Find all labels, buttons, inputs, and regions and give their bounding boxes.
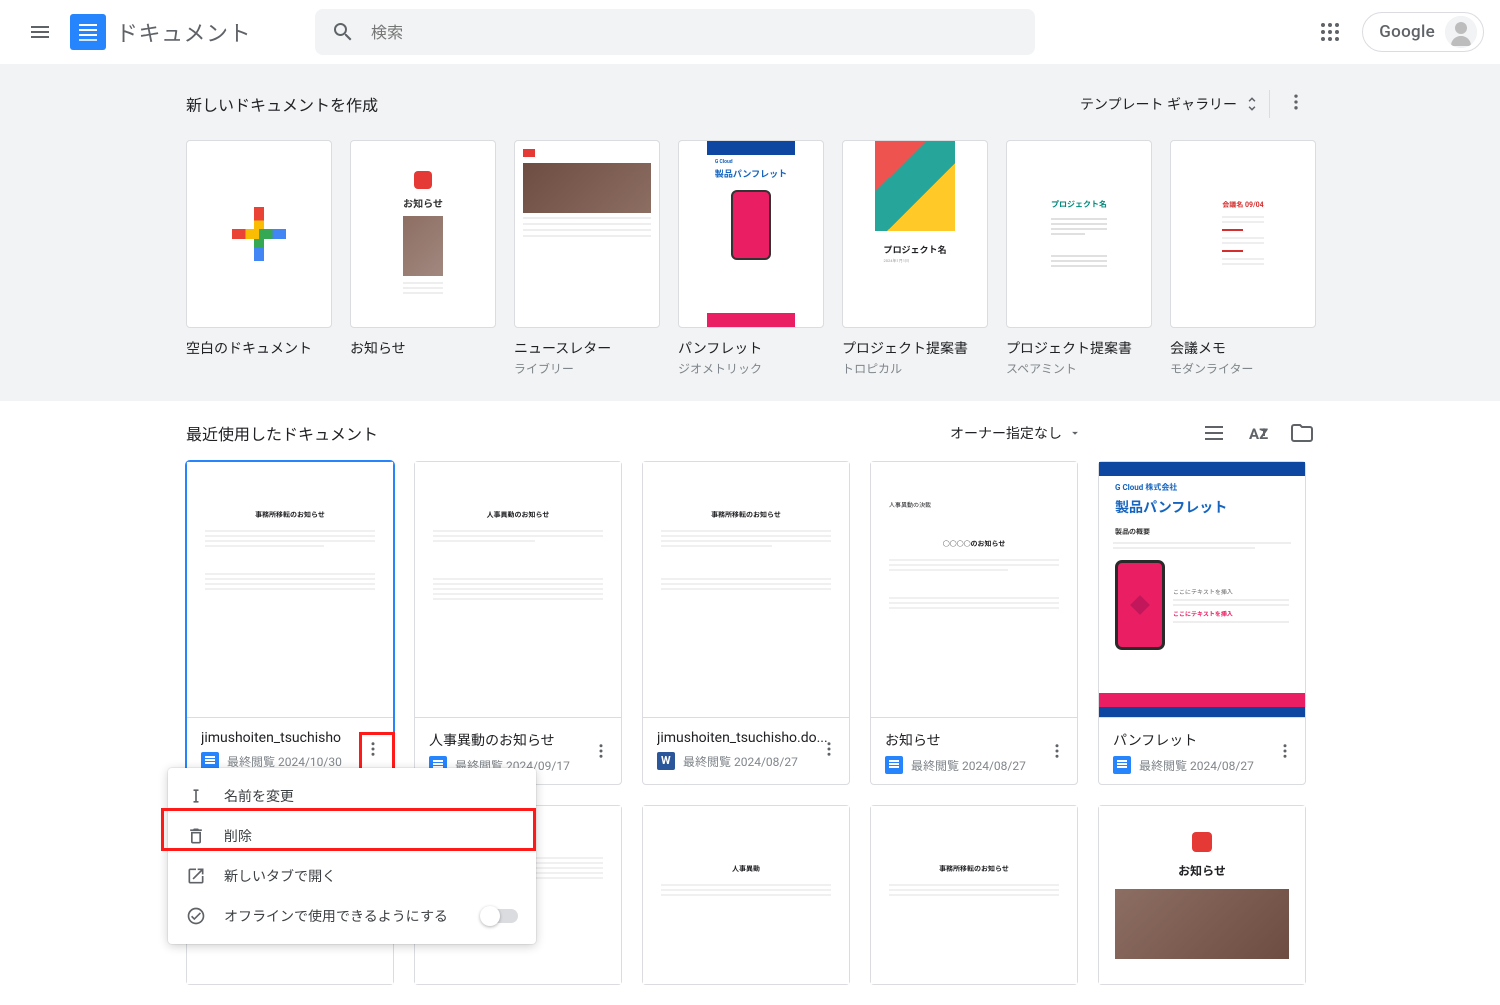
docs-logo[interactable] bbox=[68, 12, 108, 52]
google-account-button[interactable]: Google bbox=[1362, 12, 1484, 52]
doc-card[interactable]: 人事異動のお知らせ 人事異動のお知らせ 最終閲覧 2024/09/17 bbox=[414, 461, 622, 785]
template-subtitle: ライブリー bbox=[514, 360, 660, 377]
templates-more-button[interactable] bbox=[1278, 84, 1314, 124]
trash-icon bbox=[186, 826, 206, 846]
more-vert-icon bbox=[1286, 92, 1306, 112]
template-subtitle: トロピカル bbox=[842, 360, 988, 377]
doc-date: 最終閲覧 2024/08/27 bbox=[1139, 757, 1291, 774]
google-label: Google bbox=[1379, 22, 1435, 42]
template-subtitle: ジオメトリック bbox=[678, 360, 824, 377]
doc-more-button[interactable] bbox=[1269, 735, 1301, 767]
doc-more-button[interactable] bbox=[585, 735, 617, 767]
word-file-icon bbox=[657, 752, 675, 770]
template-name: プロジェクト提案書 bbox=[1006, 338, 1152, 358]
apps-grid-icon bbox=[1318, 20, 1342, 44]
template-name: プロジェクト提案書 bbox=[842, 338, 988, 358]
owner-filter-label: オーナー指定なし bbox=[950, 423, 1062, 443]
template-proposal-tropical[interactable]: プロジェクト名2024年1月1日 プロジェクト提案書 トロピカル bbox=[842, 140, 988, 377]
template-name: パンフレット bbox=[678, 338, 824, 358]
app-name: ドキュメント bbox=[116, 16, 251, 48]
dropdown-icon bbox=[1068, 426, 1082, 440]
more-vert-icon bbox=[1276, 742, 1294, 760]
divider bbox=[1269, 90, 1270, 118]
rename-icon bbox=[186, 786, 206, 806]
template-name: 会議メモ bbox=[1170, 338, 1316, 358]
doc-card[interactable]: G Cloud 株式会社 製品パンフレット 製品の概要 ここにテキストを挿入ここ… bbox=[1098, 461, 1306, 785]
template-newsletter[interactable]: ニュースレター ライブリー bbox=[514, 140, 660, 377]
offline-icon bbox=[186, 906, 206, 926]
more-vert-icon bbox=[1048, 742, 1066, 760]
doc-more-button[interactable] bbox=[357, 733, 389, 765]
template-brochure[interactable]: G Cloud製品パンフレット パンフレット ジオメトリック bbox=[678, 140, 824, 377]
doc-name: jimushoiten_tsuchisho bbox=[201, 730, 379, 746]
docs-file-icon bbox=[885, 756, 903, 774]
folder-icon[interactable] bbox=[1290, 421, 1314, 445]
doc-name: お知らせ bbox=[885, 730, 1063, 750]
google-apps-button[interactable] bbox=[1306, 8, 1354, 56]
brochure-company: G Cloud 株式会社 bbox=[1113, 476, 1291, 493]
doc-card[interactable]: 事務所移転のお知らせ bbox=[870, 805, 1078, 985]
search-bar[interactable] bbox=[315, 9, 1035, 55]
template-meeting[interactable]: 会議名 09/04 会議メモ モダンライター bbox=[1170, 140, 1316, 377]
open-new-tab-icon bbox=[186, 866, 206, 886]
doc-card[interactable]: 事務所移転のお知らせ jimushoiten_tsuchisho.do... 最… bbox=[642, 461, 850, 785]
gallery-link-label: テンプレート ギャラリー bbox=[1080, 94, 1237, 114]
template-proposal-spearmint[interactable]: プロジェクト名 プロジェクト提案書 スペアミント bbox=[1006, 140, 1152, 377]
template-name: ニュースレター bbox=[514, 338, 660, 358]
doc-card[interactable]: 事務所移転のお知らせ jimushoiten_tsuchisho 最終閲覧 20… bbox=[186, 461, 394, 785]
more-vert-icon bbox=[364, 740, 382, 758]
svg-text:AZ: AZ bbox=[1249, 425, 1268, 443]
main-menu-button[interactable] bbox=[16, 8, 64, 56]
search-input[interactable] bbox=[371, 23, 1019, 42]
menu-new-tab[interactable]: 新しいタブで開く bbox=[168, 856, 536, 896]
doc-more-button[interactable] bbox=[813, 733, 845, 765]
template-subtitle: モダンライター bbox=[1170, 360, 1316, 377]
owner-filter[interactable]: オーナー指定なし bbox=[950, 423, 1082, 443]
doc-name: 人事異動のお知らせ bbox=[429, 730, 607, 750]
template-subtitle: スペアミント bbox=[1006, 360, 1152, 377]
doc-card[interactable]: 人事異動 bbox=[642, 805, 850, 985]
unfold-icon bbox=[1243, 95, 1261, 113]
hamburger-icon bbox=[28, 20, 52, 44]
menu-label: 削除 bbox=[224, 826, 252, 846]
sort-icon[interactable]: AZ bbox=[1246, 421, 1270, 445]
menu-delete[interactable]: 削除 bbox=[168, 816, 536, 856]
templates-title: 新しいドキュメントを作成 bbox=[186, 92, 378, 116]
doc-name: パンフレット bbox=[1113, 730, 1291, 750]
menu-rename[interactable]: 名前を変更 bbox=[168, 776, 536, 816]
offline-toggle[interactable] bbox=[482, 909, 518, 923]
template-blank[interactable]: 空白のドキュメント bbox=[186, 140, 332, 377]
avatar bbox=[1445, 16, 1477, 48]
brochure-title: 製品パンフレット bbox=[1113, 493, 1291, 527]
template-name: お知らせ bbox=[350, 338, 496, 358]
menu-label: 新しいタブで開く bbox=[224, 866, 336, 886]
template-notice[interactable]: お知らせ お知らせ bbox=[350, 140, 496, 377]
template-name: 空白のドキュメント bbox=[186, 338, 332, 358]
doc-date: 最終閲覧 2024/08/27 bbox=[683, 753, 835, 770]
doc-more-button[interactable] bbox=[1041, 735, 1073, 767]
doc-card[interactable]: 人事異動の決裁○○○○のお知らせ お知らせ 最終閲覧 2024/08/27 bbox=[870, 461, 1078, 785]
menu-label: 名前を変更 bbox=[224, 786, 294, 806]
doc-name: jimushoiten_tsuchisho.do... bbox=[657, 730, 835, 746]
doc-date: 最終閲覧 2024/10/30 bbox=[227, 753, 379, 770]
template-gallery-link[interactable]: テンプレート ギャラリー bbox=[1080, 94, 1261, 114]
menu-label: オフラインで使用できるようにする bbox=[224, 906, 448, 926]
more-vert-icon bbox=[820, 740, 838, 758]
brochure-desc: 製品の概要 bbox=[1113, 527, 1291, 539]
docs-file-icon bbox=[1113, 756, 1131, 774]
doc-card[interactable]: お知らせ bbox=[1098, 805, 1306, 985]
recent-title: 最近使用したドキュメント bbox=[186, 421, 378, 445]
more-vert-icon bbox=[592, 742, 610, 760]
plus-icon bbox=[232, 207, 286, 261]
context-menu: 名前を変更 削除 新しいタブで開く オフラインで使用できるようにする bbox=[168, 768, 536, 944]
list-view-icon[interactable] bbox=[1202, 421, 1226, 445]
search-icon bbox=[331, 20, 355, 44]
menu-offline[interactable]: オフラインで使用できるようにする bbox=[168, 896, 536, 936]
doc-date: 最終閲覧 2024/08/27 bbox=[911, 757, 1063, 774]
